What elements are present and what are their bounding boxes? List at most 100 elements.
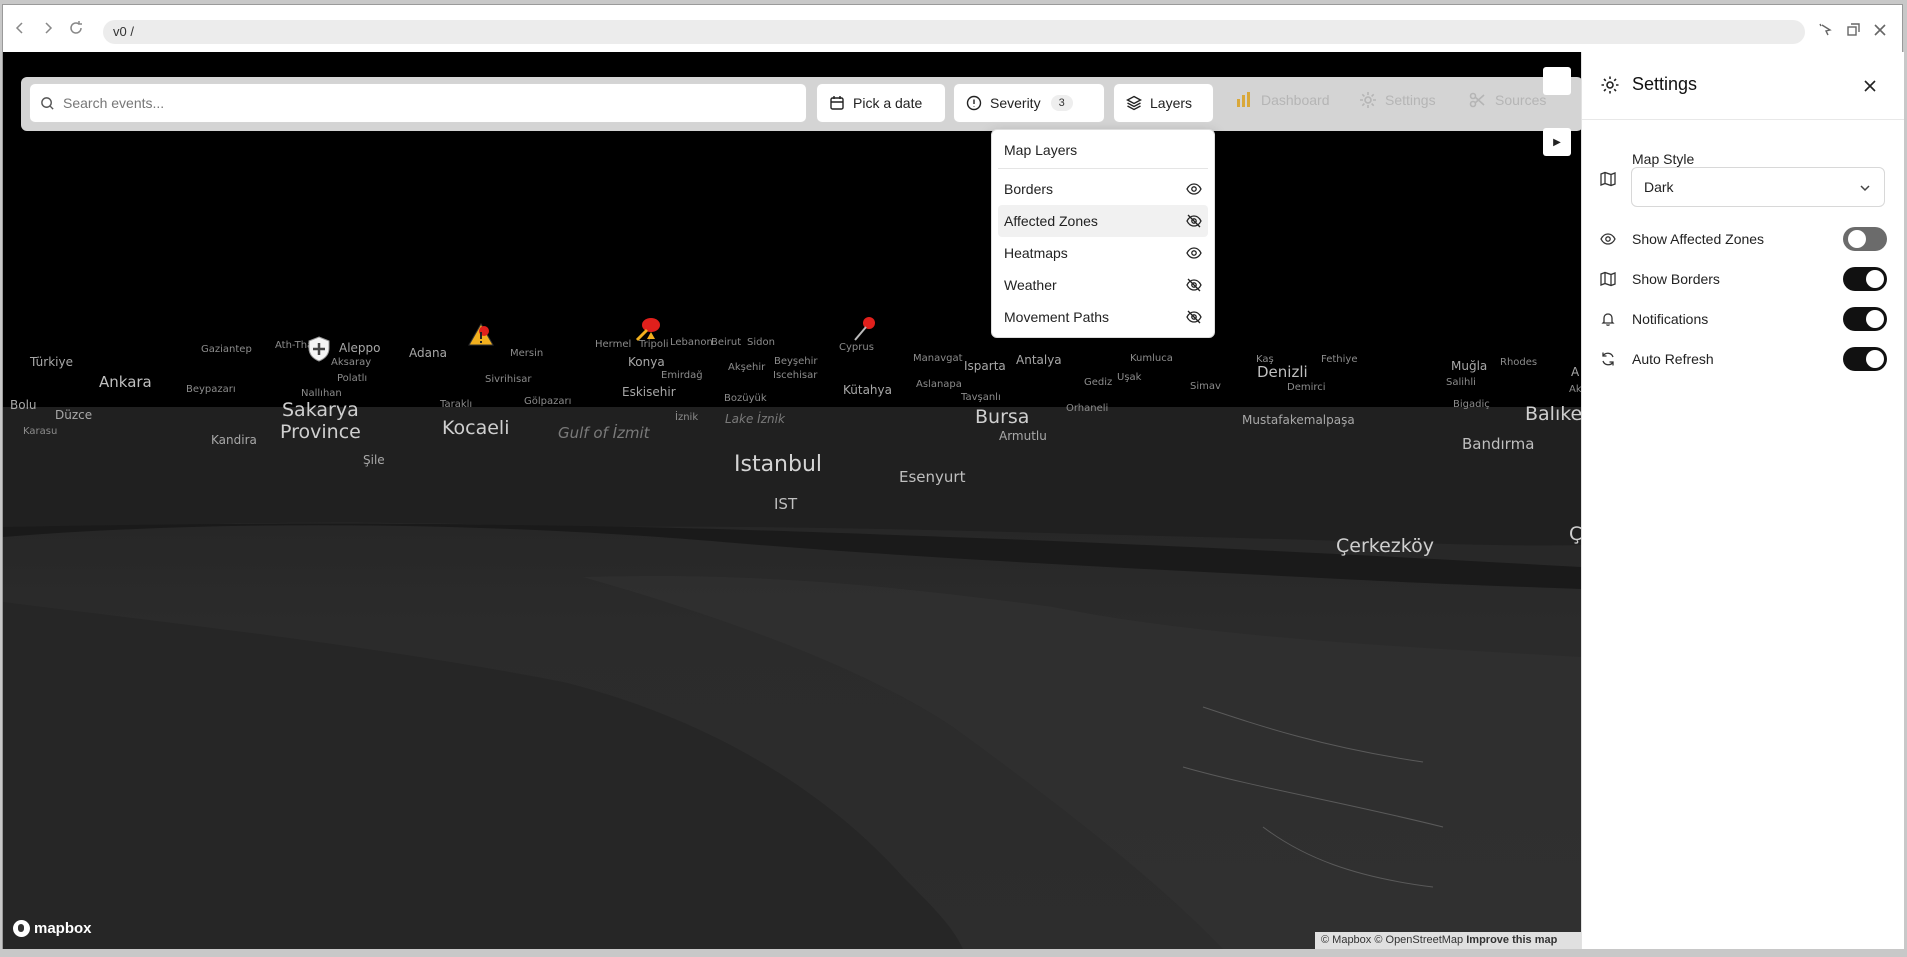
map-label: Düzce (55, 408, 93, 422)
settings-panel: Settings Map Style Dark Show Affected Zo… (1581, 52, 1904, 949)
eye-off-icon (1186, 278, 1202, 292)
map-attribution: © Mapbox © OpenStreetMap Improve this ma… (1315, 932, 1581, 949)
map-label: Denizli (1257, 363, 1308, 381)
map-label: Bolu (10, 398, 37, 412)
map-label: Çerkezköy (1336, 535, 1434, 557)
pointer-icon[interactable] (1815, 19, 1837, 41)
back-icon[interactable] (9, 17, 31, 39)
reload-icon[interactable] (65, 17, 87, 39)
close-icon[interactable] (1862, 78, 1878, 94)
dashboard-button[interactable]: Dashboard (1235, 91, 1330, 109)
eye-icon (1600, 233, 1616, 245)
map-label: Lake İznik (725, 412, 785, 426)
map-compass-control[interactable]: ▶ (1543, 128, 1571, 156)
pick-date-button[interactable]: Pick a date (816, 83, 946, 123)
show-affected-zones-toggle[interactable] (1843, 227, 1887, 251)
layers-icon (1126, 95, 1142, 111)
chart-bar-icon (1237, 92, 1250, 107)
map-label: Beyşehir (774, 356, 818, 367)
map-label: Bandırma (1462, 435, 1535, 453)
close-window-icon[interactable] (1869, 19, 1891, 41)
layers-button[interactable]: Layers (1113, 83, 1214, 123)
address-bar: v0 / (3, 5, 1902, 51)
map-label: Mustafakemalpaşa (1242, 413, 1355, 427)
mapbox-logo[interactable]: mapbox (13, 920, 92, 937)
settings-button[interactable]: Settings (1359, 91, 1436, 109)
map-zoom-control[interactable] (1543, 67, 1571, 95)
settings-header: Settings (1582, 52, 1904, 120)
map-label: Ç (1569, 523, 1581, 545)
url-field[interactable]: v0 / (103, 20, 1805, 44)
dashboard-label: Dashboard (1261, 92, 1330, 108)
map-label: Ankara (99, 373, 152, 391)
map-label: Nallıhan (301, 388, 342, 399)
alert-pin-marker-icon[interactable] (635, 316, 665, 342)
refresh-icon (1602, 352, 1614, 366)
map-label: Aksaray (331, 357, 372, 368)
eye-icon (1186, 247, 1202, 259)
map-label: Isparta (964, 359, 1006, 373)
severity-button[interactable]: Severity 3 (953, 83, 1105, 123)
eye-off-icon (1186, 214, 1202, 228)
auto-refresh-toggle[interactable] (1843, 347, 1887, 371)
gear-icon (1360, 92, 1376, 108)
eye-icon (1186, 183, 1202, 195)
layer-item-borders[interactable]: Borders (998, 173, 1208, 205)
browser-window: v0 / Türkiye Gaziantep Aleppo Aksaray Ad… (2, 4, 1904, 949)
mapbox-logo-text: mapbox (34, 920, 92, 937)
map-canvas[interactable]: Türkiye Gaziantep Aleppo Aksaray Adana M… (3, 52, 1581, 949)
popout-icon[interactable] (1842, 19, 1864, 41)
map-label: Adana (409, 346, 447, 360)
map-style-select[interactable]: Dark (1631, 167, 1885, 207)
show-borders-toggle[interactable] (1843, 267, 1887, 291)
location-pin-marker-icon[interactable] (851, 316, 877, 342)
layer-item-label: Affected Zones (1004, 213, 1098, 229)
map-label: Simav (1190, 381, 1221, 392)
forward-icon[interactable] (37, 17, 59, 39)
map-label: Kumluca (1130, 353, 1173, 364)
map-label: Balıkes (1525, 403, 1581, 425)
map-label: Iscehisar (773, 370, 818, 381)
map-label: İznik (675, 412, 699, 423)
eye-off-icon (1186, 310, 1202, 324)
layer-item-movement-paths[interactable]: Movement Paths (998, 301, 1208, 333)
layers-label: Layers (1150, 95, 1193, 111)
map-label: Taraklı (440, 399, 473, 410)
map-label: Gulf of İzmit (558, 424, 650, 442)
search-input[interactable] (63, 95, 763, 111)
toggle-label: Notifications (1632, 311, 1709, 327)
improve-map-link[interactable]: Improve this map (1466, 934, 1557, 946)
map-label: Gaziantep (201, 344, 252, 355)
map-label: Beirut (711, 337, 742, 348)
map-label: Şile (363, 453, 385, 467)
toggle-label: Show Borders (1632, 271, 1720, 287)
map-label: Salihli (1446, 377, 1476, 388)
map-label: Konya (628, 355, 665, 369)
map-label: Kandira (211, 433, 257, 447)
layer-item-weather[interactable]: Weather (998, 269, 1208, 301)
layer-item-label: Heatmaps (1004, 245, 1068, 261)
layer-item-label: Borders (1004, 181, 1054, 197)
notifications-toggle[interactable] (1843, 307, 1887, 331)
map-label: Gölpazarı (524, 396, 572, 407)
sources-button[interactable]: Sources (1469, 91, 1546, 109)
settings-title: Settings (1632, 74, 1698, 94)
gear-icon (1601, 76, 1619, 94)
warning-marker-icon[interactable] (468, 322, 494, 348)
map-label: Ak (1569, 384, 1581, 395)
layer-item-affected-zones[interactable]: Affected Zones (998, 205, 1208, 237)
map-label: Lebanon (670, 337, 713, 348)
layer-item-heatmaps[interactable]: Heatmaps (998, 237, 1208, 269)
shield-marker-icon[interactable] (307, 336, 331, 362)
search-box[interactable] (29, 83, 807, 123)
alert-circle-icon (966, 95, 982, 111)
map-label: Sakarya (282, 399, 359, 421)
map-label: IST (774, 495, 798, 513)
map-label: Aleppo (339, 341, 381, 355)
top-toolbar: Pick a date Severity 3 Layers Dashboard … (21, 77, 1581, 131)
map-label: Sivrihisar (485, 374, 532, 385)
map-label: Esenyurt (899, 468, 966, 486)
map-label: Antalya (1016, 353, 1062, 367)
map-label: Aslanapa (916, 379, 962, 390)
map-label: Bozüyük (724, 393, 767, 404)
